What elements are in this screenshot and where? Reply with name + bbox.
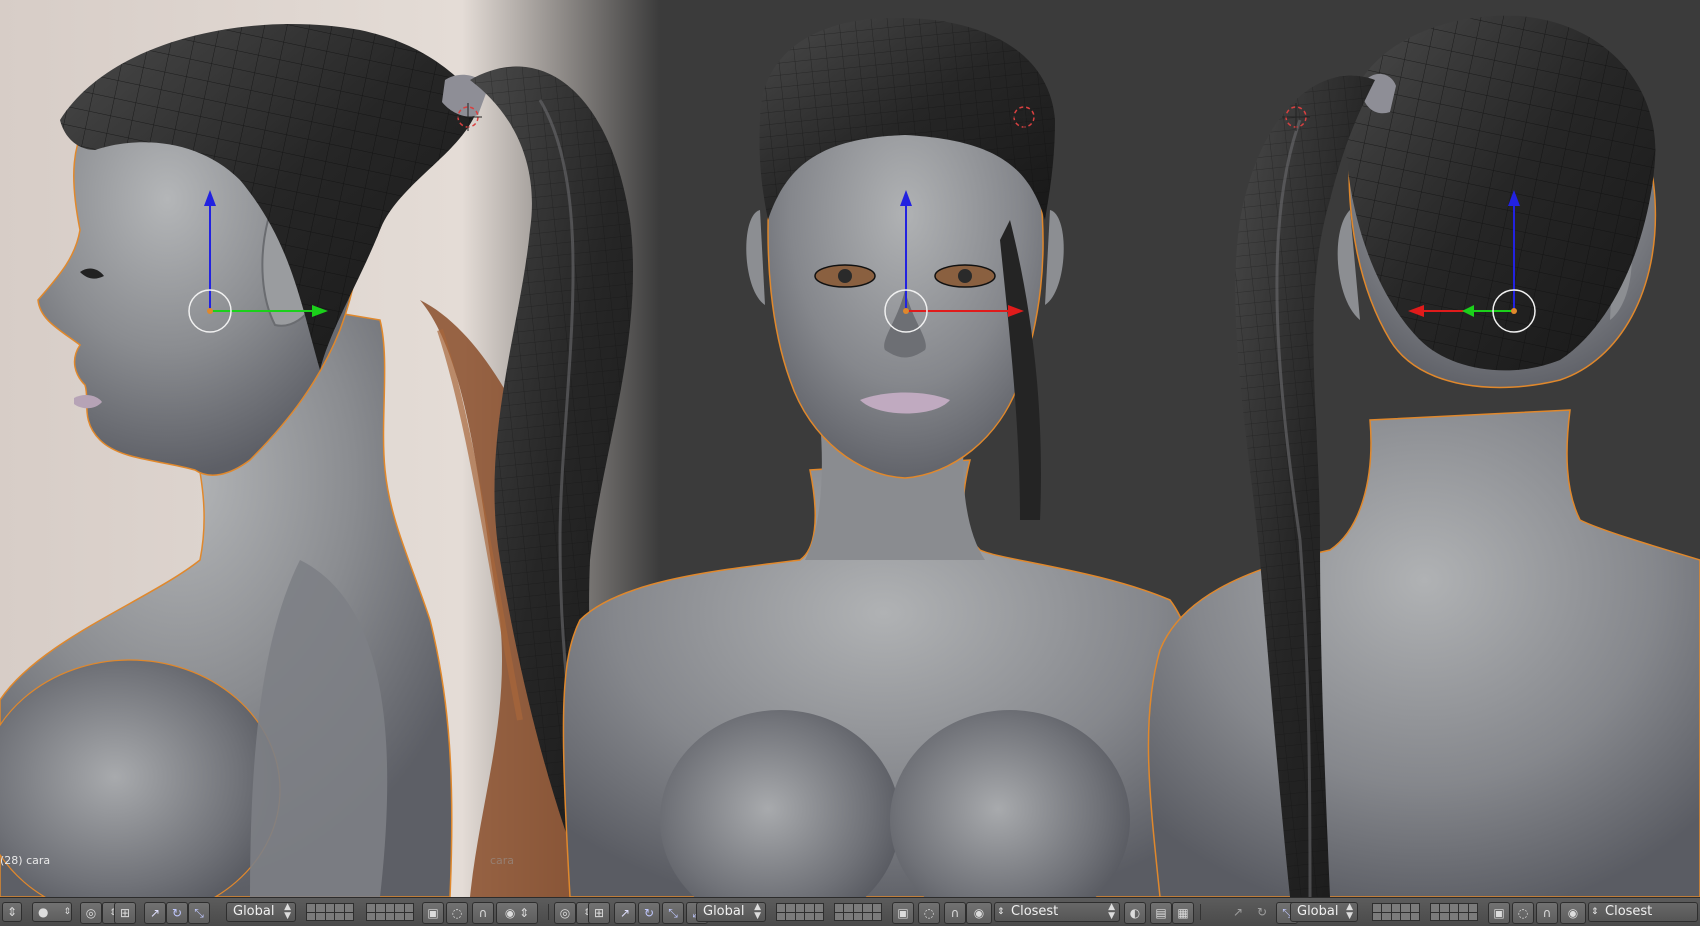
scale-icon: ⤡ xyxy=(194,905,204,920)
updown-icon: ▲ ▼ xyxy=(284,902,291,921)
updown-icon: ⇕ xyxy=(1591,907,1599,917)
rotate-icon: ↻ xyxy=(171,906,183,920)
object-info-label: (28) cara xyxy=(0,854,51,867)
pivot-icon: ◎ xyxy=(85,906,97,920)
magnet-icon: ∩ xyxy=(1542,906,1552,920)
proportional-edit-icon: ◌ xyxy=(923,906,935,920)
magnet-icon: ∩ xyxy=(950,906,960,920)
proportional-edit-icon: ◌ xyxy=(1517,906,1529,920)
transform-orientation-dropdown[interactable]: Global ▲ ▼ xyxy=(226,902,296,922)
transform-orientation-dropdown[interactable]: Global ▲ ▼ xyxy=(696,902,766,922)
render-button[interactable]: ▤ xyxy=(1150,902,1172,924)
rotate-icon: ↻ xyxy=(1256,905,1268,919)
snap-element-dropdown[interactable]: ◉ xyxy=(1560,902,1586,924)
clapper-icon: ▦ xyxy=(1177,906,1189,920)
3d-viewport-area[interactable]: (28) cara cara xyxy=(0,0,1700,897)
viewport-canvas[interactable] xyxy=(0,0,1700,897)
proportional-edit-button[interactable]: ◌ xyxy=(918,902,940,924)
snap-element-dropdown[interactable]: ◉ ⇕ xyxy=(496,902,538,924)
snap-element-dropdown[interactable]: ◉ xyxy=(966,902,992,924)
translate-icon: ↗ xyxy=(149,906,161,920)
separator xyxy=(1200,904,1201,920)
camera-icon: ▤ xyxy=(1155,906,1167,920)
pivot-icon: ◎ xyxy=(559,906,571,920)
translate-manipulator-button[interactable]: ↗ xyxy=(1228,902,1248,922)
snap-target-dropdown[interactable]: ⇕ Closest xyxy=(1588,902,1698,922)
snap-toggle[interactable]: ∩ xyxy=(944,902,966,924)
snap-element-icon: ◉ ⇕ xyxy=(504,906,530,920)
separator xyxy=(548,904,549,920)
manipulator-toggle[interactable]: ⊞ xyxy=(588,902,610,924)
editor-type-button[interactable]: ⇕ xyxy=(2,902,22,922)
object-info-label: cara xyxy=(490,854,515,867)
scale-manipulator-button[interactable]: ⤡ xyxy=(662,902,684,924)
rotate-icon: ↻ xyxy=(643,906,655,920)
translate-manipulator-button[interactable]: ↗ xyxy=(614,902,636,924)
lock-icon: ▣ xyxy=(427,906,439,920)
rotate-manipulator-button[interactable]: ↻ xyxy=(1252,902,1272,922)
snap-element-icon: ◉ xyxy=(1567,906,1579,920)
proportional-edit-button[interactable]: ◌ xyxy=(446,902,468,924)
manipulator-icon: ⊞ xyxy=(593,906,605,920)
pivot-point-button[interactable]: ◎ xyxy=(80,902,102,924)
translate-manipulator-button[interactable]: ↗ xyxy=(144,902,166,924)
magnet-icon: ∩ xyxy=(478,906,488,920)
updown-icon: ⇕ xyxy=(997,907,1005,917)
snap-toggle[interactable]: ∩ xyxy=(472,902,494,924)
render-animation-button[interactable]: ▦ xyxy=(1172,902,1194,924)
translate-icon: ↗ xyxy=(619,906,631,920)
layers-grid[interactable] xyxy=(776,903,824,921)
manipulator-toggle[interactable]: ⊞ xyxy=(114,902,136,924)
manipulator-icon: ⊞ xyxy=(119,906,131,920)
snap-target-dropdown[interactable]: ⇕ Closest ▲ ▼ xyxy=(994,902,1120,922)
lock-camera-button[interactable]: ▣ xyxy=(422,902,444,924)
align-icon: ◐ xyxy=(1129,906,1141,920)
viewport-shading-dropdown[interactable]: ● ⇕ xyxy=(32,902,72,922)
snap-element-icon: ◉ xyxy=(973,906,985,920)
layers-grid[interactable] xyxy=(834,903,882,921)
updown-icon: ▲ ▼ xyxy=(1108,902,1115,921)
snap-toggle[interactable]: ∩ xyxy=(1536,902,1558,924)
transform-orientation-dropdown[interactable]: Global ▲ ▼ xyxy=(1290,902,1358,922)
rotate-manipulator-button[interactable]: ↻ xyxy=(166,902,188,924)
rotate-manipulator-button[interactable]: ↻ xyxy=(638,902,660,924)
scale-manipulator-button[interactable]: ⤡ xyxy=(188,902,210,924)
layers-grid[interactable] xyxy=(306,903,354,921)
align-rotation-button[interactable]: ◐ xyxy=(1124,902,1146,924)
updown-icon: ▲ ▼ xyxy=(754,902,761,921)
lock-camera-button[interactable]: ▣ xyxy=(892,902,914,924)
translate-icon: ↗ xyxy=(1232,905,1244,919)
updown-icon: ⇕ xyxy=(63,907,71,917)
proportional-edit-icon: ◌ xyxy=(451,906,463,920)
proportional-edit-button[interactable]: ◌ xyxy=(1512,902,1534,924)
updown-icon: ▲ ▼ xyxy=(1346,902,1353,921)
3d-view-header: ⇕ ● ⇕ ◎ ⇕ ⊞ ↗ ↻ ⤡ Global ▲ ▼ ▣ ◌ ∩ ◉ ⇕ ◎ ⇕… xyxy=(0,897,1700,926)
lock-camera-button[interactable]: ▣ xyxy=(1488,902,1510,924)
pivot-point-button[interactable]: ◎ xyxy=(554,902,576,924)
layers-grid[interactable] xyxy=(366,903,414,921)
scale-icon: ⤡ xyxy=(668,905,678,920)
layers-grid[interactable] xyxy=(1372,903,1420,921)
lock-icon: ▣ xyxy=(897,906,909,920)
updown-icon: ⇕ xyxy=(6,905,18,919)
layers-grid[interactable] xyxy=(1430,903,1478,921)
lock-icon: ▣ xyxy=(1493,906,1505,920)
